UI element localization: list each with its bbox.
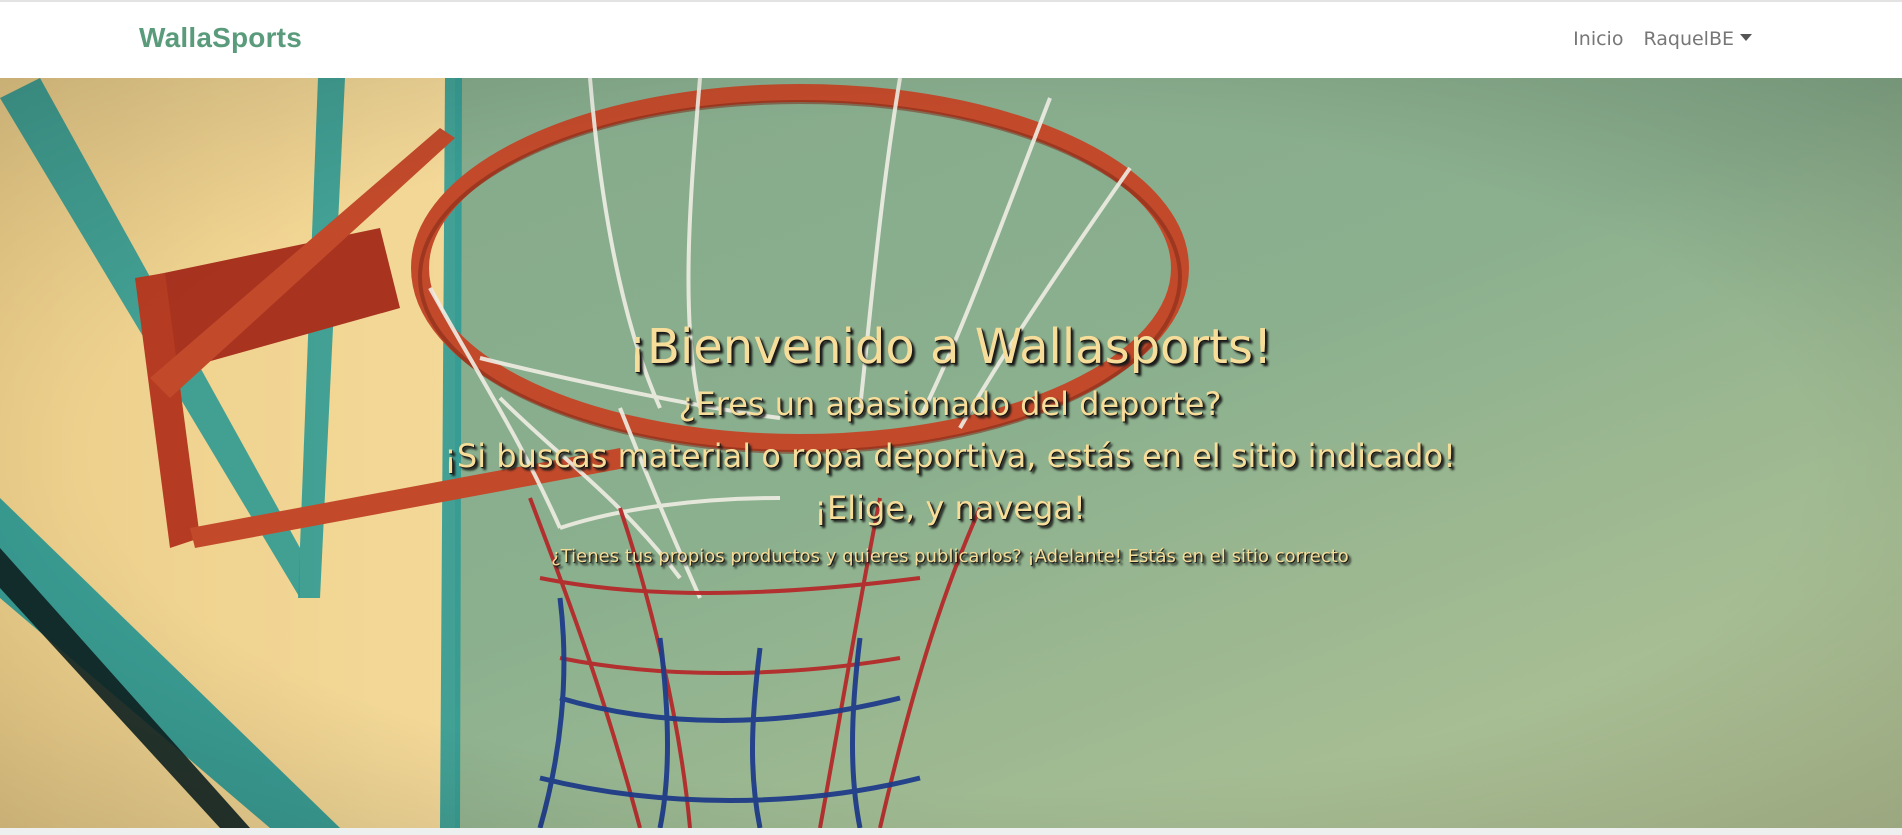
nav-links: Inicio RaquelBE <box>1573 28 1752 50</box>
page: WallaSports Inicio RaquelBE ¡Bienvenido … <box>0 0 1902 835</box>
hero-subtitle: ¿Tienes tus propios productos y quieres … <box>551 546 1349 567</box>
hero-line-3: ¡Elige, y navega! <box>814 489 1086 527</box>
bottom-gutter <box>0 828 1902 835</box>
nav-link-inicio[interactable]: Inicio <box>1573 28 1623 50</box>
caret-down-icon <box>1740 34 1752 41</box>
user-dropdown-label: RaquelBE <box>1643 28 1734 50</box>
hero-line-1: ¿Eres un apasionado del deporte? <box>678 385 1222 423</box>
hero-banner: ¡Bienvenido a Wallasports! ¿Eres un apas… <box>0 78 1902 828</box>
user-dropdown[interactable]: RaquelBE <box>1643 28 1752 50</box>
navbar: WallaSports Inicio RaquelBE <box>0 2 1902 78</box>
hero-text: ¡Bienvenido a Wallasports! ¿Eres un apas… <box>0 316 1900 572</box>
hero-line-2: ¡Si buscas material o ropa deportiva, es… <box>444 437 1456 475</box>
brand-logo[interactable]: WallaSports <box>139 22 302 54</box>
hero-title: ¡Bienvenido a Wallasports! <box>627 319 1273 375</box>
